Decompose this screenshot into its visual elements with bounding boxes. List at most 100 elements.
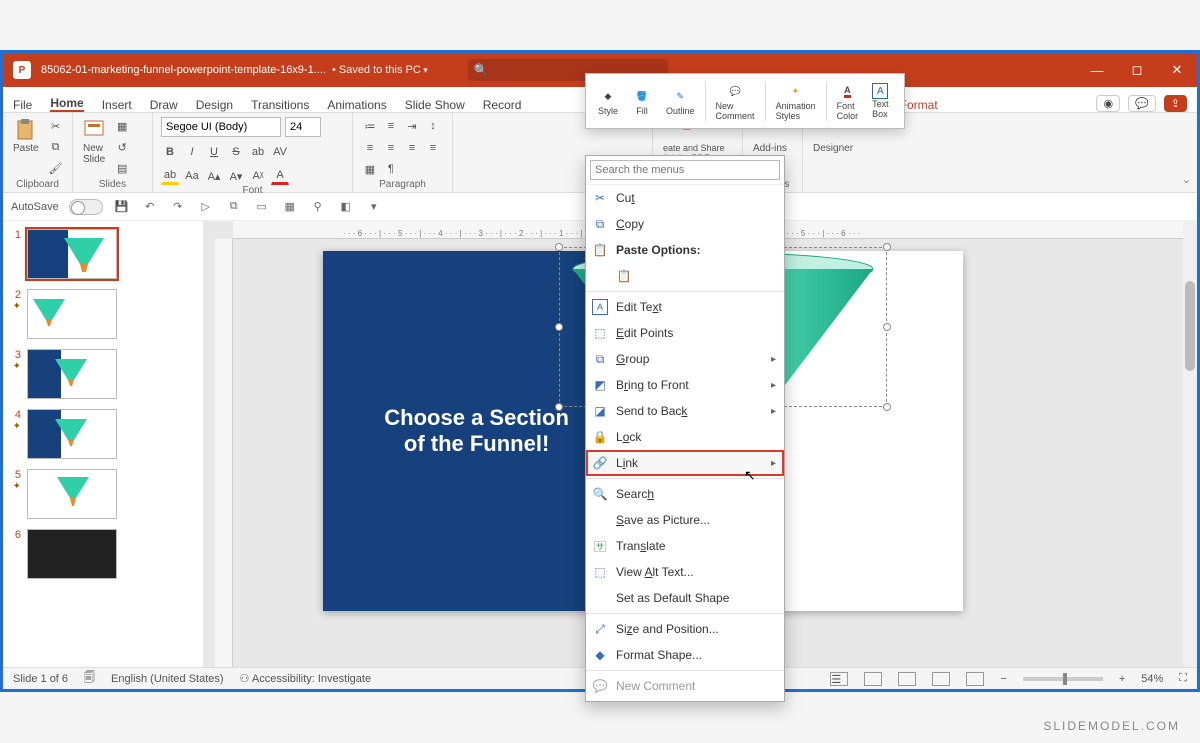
font-color-button[interactable]: A [271,167,289,185]
line-spacing-button[interactable]: ↕ [424,117,442,135]
menu-bring-front[interactable]: ◩Bring to Front▸ [586,372,784,398]
change-case-button[interactable]: Aa [183,167,201,185]
window-close-button[interactable]: ✕ [1157,53,1197,87]
reading-view-button[interactable] [932,672,950,686]
qat-btn-9[interactable]: ◧ [337,198,355,216]
align-left-button[interactable]: ≡ [361,139,379,157]
text-direction-button[interactable]: ¶ [382,160,400,178]
slide-thumbnail-1[interactable] [27,229,117,279]
mt-style-button[interactable]: ◆Style [592,84,624,118]
format-painter-button[interactable]: 🖌 [47,159,65,177]
window-minimize-button[interactable]: — [1077,53,1117,87]
menu-default-shape[interactable]: Set as Default Shape [586,585,784,611]
autosave-toggle[interactable] [69,199,103,215]
tab-home[interactable]: Home [50,96,83,112]
new-slide-button[interactable]: New Slide [81,117,107,167]
font-size-select[interactable] [285,117,321,137]
tab-animations[interactable]: Animations [327,98,386,112]
slide-thumbnail-4[interactable] [27,409,117,459]
slide-thumbnail-5[interactable] [27,469,117,519]
slide-thumbnail-6[interactable] [27,529,117,579]
window-maximize-button[interactable]: ◻ [1117,53,1157,87]
qat-btn-6[interactable]: ▭ [253,198,271,216]
qat-more-button[interactable]: ▾ [365,198,383,216]
mt-textbox-button[interactable]: AText Box [866,81,895,121]
normal-view-button[interactable] [864,672,882,686]
tab-slideshow[interactable]: Slide Show [405,98,465,112]
bullets-button[interactable]: ≔ [361,117,379,135]
menu-new-comment[interactable]: 💬New Comment [586,673,784,699]
tab-record[interactable]: Record [483,98,522,112]
grow-font-button[interactable]: A▴ [205,167,223,185]
menu-paste-option-1[interactable]: 📋 [586,263,784,289]
vertical-scrollbar[interactable] [1183,221,1197,667]
numbering-button[interactable]: ≡ [382,117,400,135]
reset-button[interactable]: ↺ [113,138,131,156]
qat-btn-7[interactable]: ▦ [281,198,299,216]
section-button[interactable]: ▤ [113,159,131,177]
italic-button[interactable]: I [183,143,201,161]
menu-save-picture[interactable]: Save as Picture... [586,507,784,533]
menu-alt-text[interactable]: ⬚View Alt Text... [586,559,784,585]
bold-button[interactable]: B [161,143,179,161]
mt-outline-button[interactable]: ✎Outline [660,84,701,118]
menu-lock[interactable]: 🔒Lock [586,424,784,450]
cut-button[interactable]: ✂ [47,117,65,135]
shrink-font-button[interactable]: A▾ [227,167,245,185]
menu-search-input[interactable] [590,160,780,180]
copy-button[interactable]: ⧉ [47,138,65,156]
zoom-out-button[interactable]: − [1000,673,1006,685]
sorter-view-button[interactable] [898,672,916,686]
collapse-ribbon-button[interactable]: ⌄ [1182,173,1191,186]
menu-translate[interactable]: 🈂Translate [586,533,784,559]
menu-format-shape[interactable]: ◆Format Shape... [586,642,784,668]
menu-cut[interactable]: ✂Cut [586,185,784,211]
zoom-level[interactable]: 54% [1141,673,1163,685]
mt-new-comment-button[interactable]: 💬New Comment [710,79,761,123]
justify-button[interactable]: ≡ [424,139,442,157]
fit-window-button[interactable]: ⛶ [1179,672,1187,685]
underline-button[interactable]: U [205,143,223,161]
slide-thumbnail-3[interactable] [27,349,117,399]
language-status[interactable]: English (United States) [111,673,224,685]
mt-font-color-button[interactable]: AFont Color [831,79,865,123]
slide-thumbnail-2[interactable] [27,289,117,339]
zoom-in-button[interactable]: + [1119,673,1125,685]
qat-btn-5[interactable]: ⧉ [225,198,243,216]
mt-fill-button[interactable]: 🪣Fill [626,84,658,118]
qat-slideshow-button[interactable]: ▷ [197,198,215,216]
menu-edit-points[interactable]: ⬚Edit Points [586,320,784,346]
save-button[interactable]: 💾 [113,198,131,216]
recording-button[interactable]: ◉ [1096,95,1120,112]
slideshow-view-button[interactable] [966,672,984,686]
strike-button[interactable]: S [227,143,245,161]
indent-button[interactable]: ⇥ [403,117,421,135]
tab-design[interactable]: Design [196,98,233,112]
menu-group[interactable]: ⧉Group▸ [586,346,784,372]
notes-button[interactable]: ☰ [830,672,848,686]
shadow-button[interactable]: ab [249,143,267,161]
menu-size-position[interactable]: ⤢Size and Position... [586,616,784,642]
tab-file[interactable]: File [13,98,32,112]
highlight-button[interactable]: ab [161,167,179,185]
mt-animation-button[interactable]: ✦Animation Styles [770,79,822,123]
qat-btn-8[interactable]: ⚲ [309,198,327,216]
tab-insert[interactable]: Insert [102,98,132,112]
share-button[interactable]: ⇪ [1164,95,1187,112]
layout-button[interactable]: ▦ [113,117,131,135]
slide-counter[interactable]: Slide 1 of 6 [13,673,68,685]
comments-button[interactable]: 💬 [1128,95,1156,112]
font-name-select[interactable] [161,117,281,137]
align-center-button[interactable]: ≡ [382,139,400,157]
notes-icon[interactable]: 🗐 [84,669,95,688]
undo-button[interactable]: ↶ [141,198,159,216]
menu-edit-text[interactable]: AEdit Text [586,294,784,320]
spacing-button[interactable]: AV [271,143,289,161]
clear-format-button[interactable]: Aᵡ [249,167,267,185]
menu-copy[interactable]: ⧉Copy [586,211,784,237]
menu-search[interactable]: 🔍Search [586,481,784,507]
save-status[interactable]: • Saved to this PC [332,64,428,76]
accessibility-status[interactable]: ⚇ Accessibility: Investigate [240,672,372,685]
paste-button[interactable]: Paste [11,117,41,156]
redo-button[interactable]: ↷ [169,198,187,216]
